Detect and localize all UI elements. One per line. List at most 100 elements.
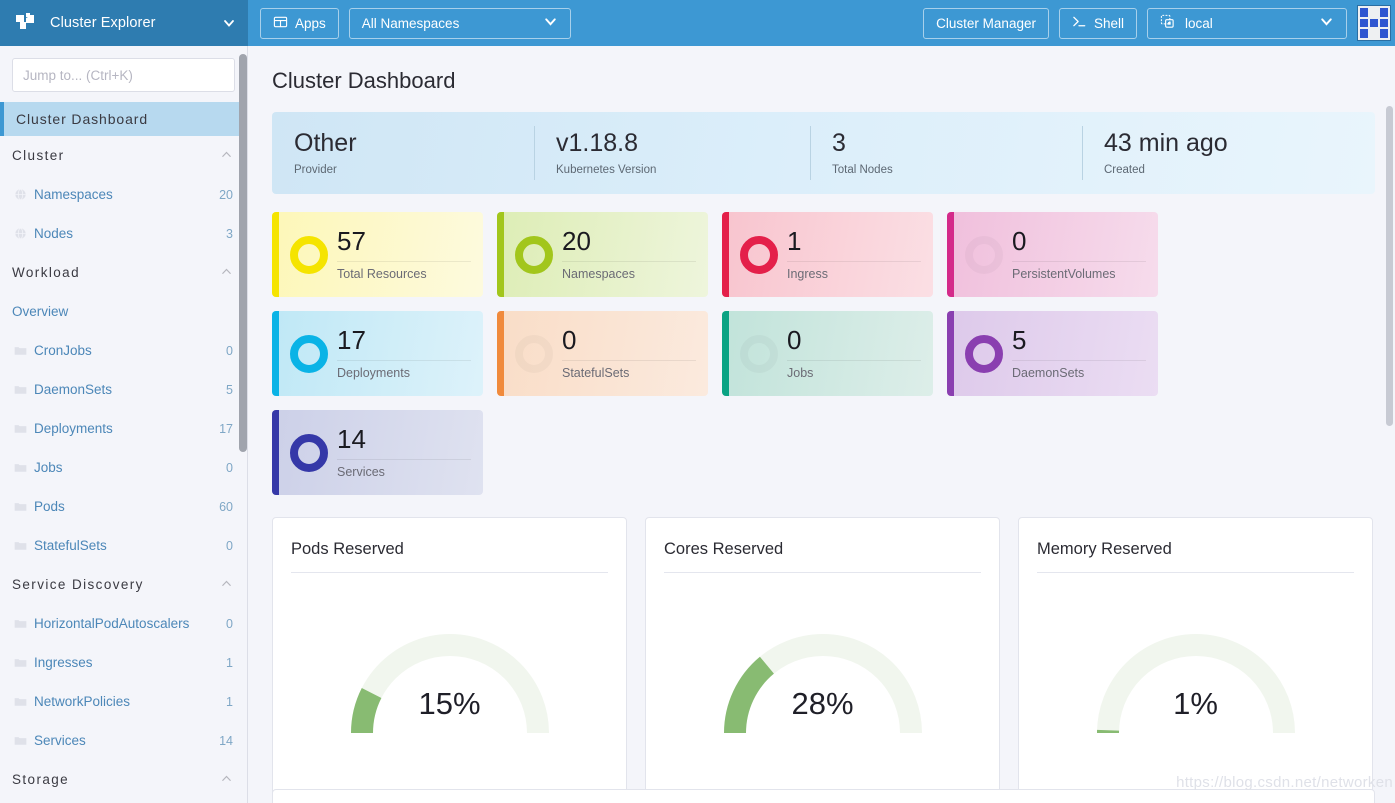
resource-card[interactable]: 57 Total Resources [272, 212, 483, 297]
gauge-title: Pods Reserved [291, 540, 404, 558]
sidebar-item-ingresses[interactable]: Ingresses 1 [0, 643, 247, 682]
resource-card[interactable]: 14 Services [272, 410, 483, 495]
card-label: Jobs [787, 366, 814, 380]
gauge-percent: 28% [791, 686, 854, 721]
donut-icon [740, 235, 778, 274]
sidebar-item-label: StatefulSets [34, 538, 107, 553]
donut-icon [515, 235, 553, 274]
banner-value: v1.18.8 [556, 129, 639, 158]
sidebar-item-jobs[interactable]: Jobs 0 [0, 448, 247, 487]
banner-cell-provider: Other Provider [272, 112, 534, 194]
sidebar-item-overview[interactable]: Overview [0, 292, 247, 331]
chevron-down-icon [222, 16, 236, 30]
folder-icon [14, 539, 27, 552]
sidebar-item-horizontalpodautoscalers[interactable]: HorizontalPodAutoscalers 0 [0, 604, 247, 643]
app-grid-icon[interactable] [1357, 5, 1391, 41]
card-accent-bar [947, 212, 954, 297]
sidebar-item-pods[interactable]: Pods 60 [0, 487, 247, 526]
sidebar-group-label: Workload [12, 265, 80, 280]
card-count: 14 [337, 424, 366, 454]
sidebar-item-nodes[interactable]: Nodes 3 [0, 214, 247, 253]
folder-icon [14, 344, 27, 357]
card-accent-bar [272, 311, 279, 396]
namespace-label: All Namespaces [361, 15, 460, 31]
resource-card[interactable]: 1 Ingress [722, 212, 933, 297]
card-count: 17 [337, 325, 366, 355]
card-divider [562, 261, 696, 262]
sidebar-group-label: Service Discovery [12, 577, 144, 592]
sidebar-item-daemonsets[interactable]: DaemonSets 5 [0, 370, 247, 409]
sidebar-search-wrap [0, 46, 247, 102]
sidebar-item-services[interactable]: Services 14 [0, 721, 247, 760]
main-content: Cluster Dashboard Other Provider v1.18.8… [248, 46, 1395, 803]
sidebar-item-cluster-dashboard[interactable]: Cluster Dashboard [0, 102, 247, 136]
namespace-selector[interactable]: All Namespaces [348, 7, 571, 39]
resource-count-cards: 57 Total Resources 20 Namespaces 1 Ingress 0 Pe… [272, 212, 1375, 495]
card-label: Services [337, 465, 385, 479]
card-body: 14 Services [337, 426, 483, 479]
sidebar-item-networkpolicies[interactable]: NetworkPolicies 1 [0, 682, 247, 721]
cluster-selector[interactable]: local [1147, 7, 1347, 39]
top-header: Cluster Explorer Apps All Namespaces Clu… [0, 0, 1395, 46]
shell-button[interactable]: Shell [1058, 7, 1137, 39]
cluster-manager-button[interactable]: Cluster Manager [923, 7, 1049, 39]
banner-label: Created [1104, 163, 1145, 176]
folder-icon [14, 734, 27, 747]
folder-icon [14, 656, 27, 669]
resource-card[interactable]: 17 Deployments [272, 311, 483, 396]
chevron-up-icon [220, 577, 233, 593]
card-body: 57 Total Resources [337, 228, 483, 281]
sidebar-group-service-discovery[interactable]: Service Discovery [0, 565, 247, 604]
banner-label: Kubernetes Version [556, 163, 657, 176]
resource-card[interactable]: 5 DaemonSets [947, 311, 1158, 396]
sidebar-item-count: 20 [219, 187, 233, 202]
sidebar-item-namespaces[interactable]: Namespaces 20 [0, 175, 247, 214]
sidebar-group-cluster[interactable]: Cluster [0, 136, 247, 175]
chevron-up-icon [220, 148, 233, 164]
cluster-name-label: local [1185, 15, 1213, 31]
sidebar-item-label: Overview [12, 304, 69, 319]
card-count: 0 [1012, 226, 1027, 256]
sidebar-item-count: 5 [226, 382, 233, 397]
card-label: DaemonSets [1012, 366, 1085, 380]
main-scrollbar[interactable] [1386, 106, 1393, 426]
card-accent-bar [497, 212, 504, 297]
sidebar-group-storage[interactable]: Storage [0, 760, 247, 799]
card-divider [1012, 261, 1146, 262]
sidebar-item-label: Pods [34, 499, 65, 514]
sidebar-item-deployments[interactable]: Deployments 17 [0, 409, 247, 448]
resource-card[interactable]: 0 PersistentVolumes [947, 212, 1158, 297]
search-input[interactable] [12, 58, 235, 92]
sidebar-item-statefulsets[interactable]: StatefulSets 0 [0, 526, 247, 565]
gauge-svg [1096, 634, 1295, 734]
card-body: 17 Deployments [337, 327, 483, 380]
sidebar-item-label: Ingresses [34, 655, 93, 670]
sidebar-item-count: 17 [219, 421, 233, 436]
card-label: Deployments [337, 366, 410, 380]
resource-card[interactable]: 0 Jobs [722, 311, 933, 396]
sidebar-item-count: 0 [226, 460, 233, 475]
sidebar-item-label: DaemonSets [34, 382, 113, 397]
folder-icon [14, 695, 27, 708]
folder-icon [14, 500, 27, 513]
sidebar-item-label: Namespaces [34, 187, 113, 202]
sidebar-item-count: 1 [226, 694, 233, 709]
card-label: Ingress [787, 267, 828, 281]
gauge-svg [723, 634, 922, 734]
brand-cluster-explorer[interactable]: Cluster Explorer [0, 0, 248, 46]
sidebar-item-cronjobs[interactable]: CronJobs 0 [0, 331, 247, 370]
banner-value: Other [294, 129, 357, 158]
sidebar-item-persistentvolumes[interactable]: PersistentVolumes 0 [0, 799, 247, 803]
rancher-logo [12, 9, 40, 37]
sidebar-item-label: CronJobs [34, 343, 92, 358]
resource-card[interactable]: 0 StatefulSets [497, 311, 708, 396]
resource-card[interactable]: 20 Namespaces [497, 212, 708, 297]
sidebar-group-workload[interactable]: Workload [0, 253, 247, 292]
sidebar-scrollbar[interactable] [239, 54, 247, 452]
sidebar-item-count: 14 [219, 733, 233, 748]
donut-icon [290, 235, 328, 274]
globe-icon [14, 188, 27, 201]
card-divider [787, 261, 921, 262]
apps-button[interactable]: Apps [260, 7, 339, 39]
folder-icon [14, 617, 27, 630]
